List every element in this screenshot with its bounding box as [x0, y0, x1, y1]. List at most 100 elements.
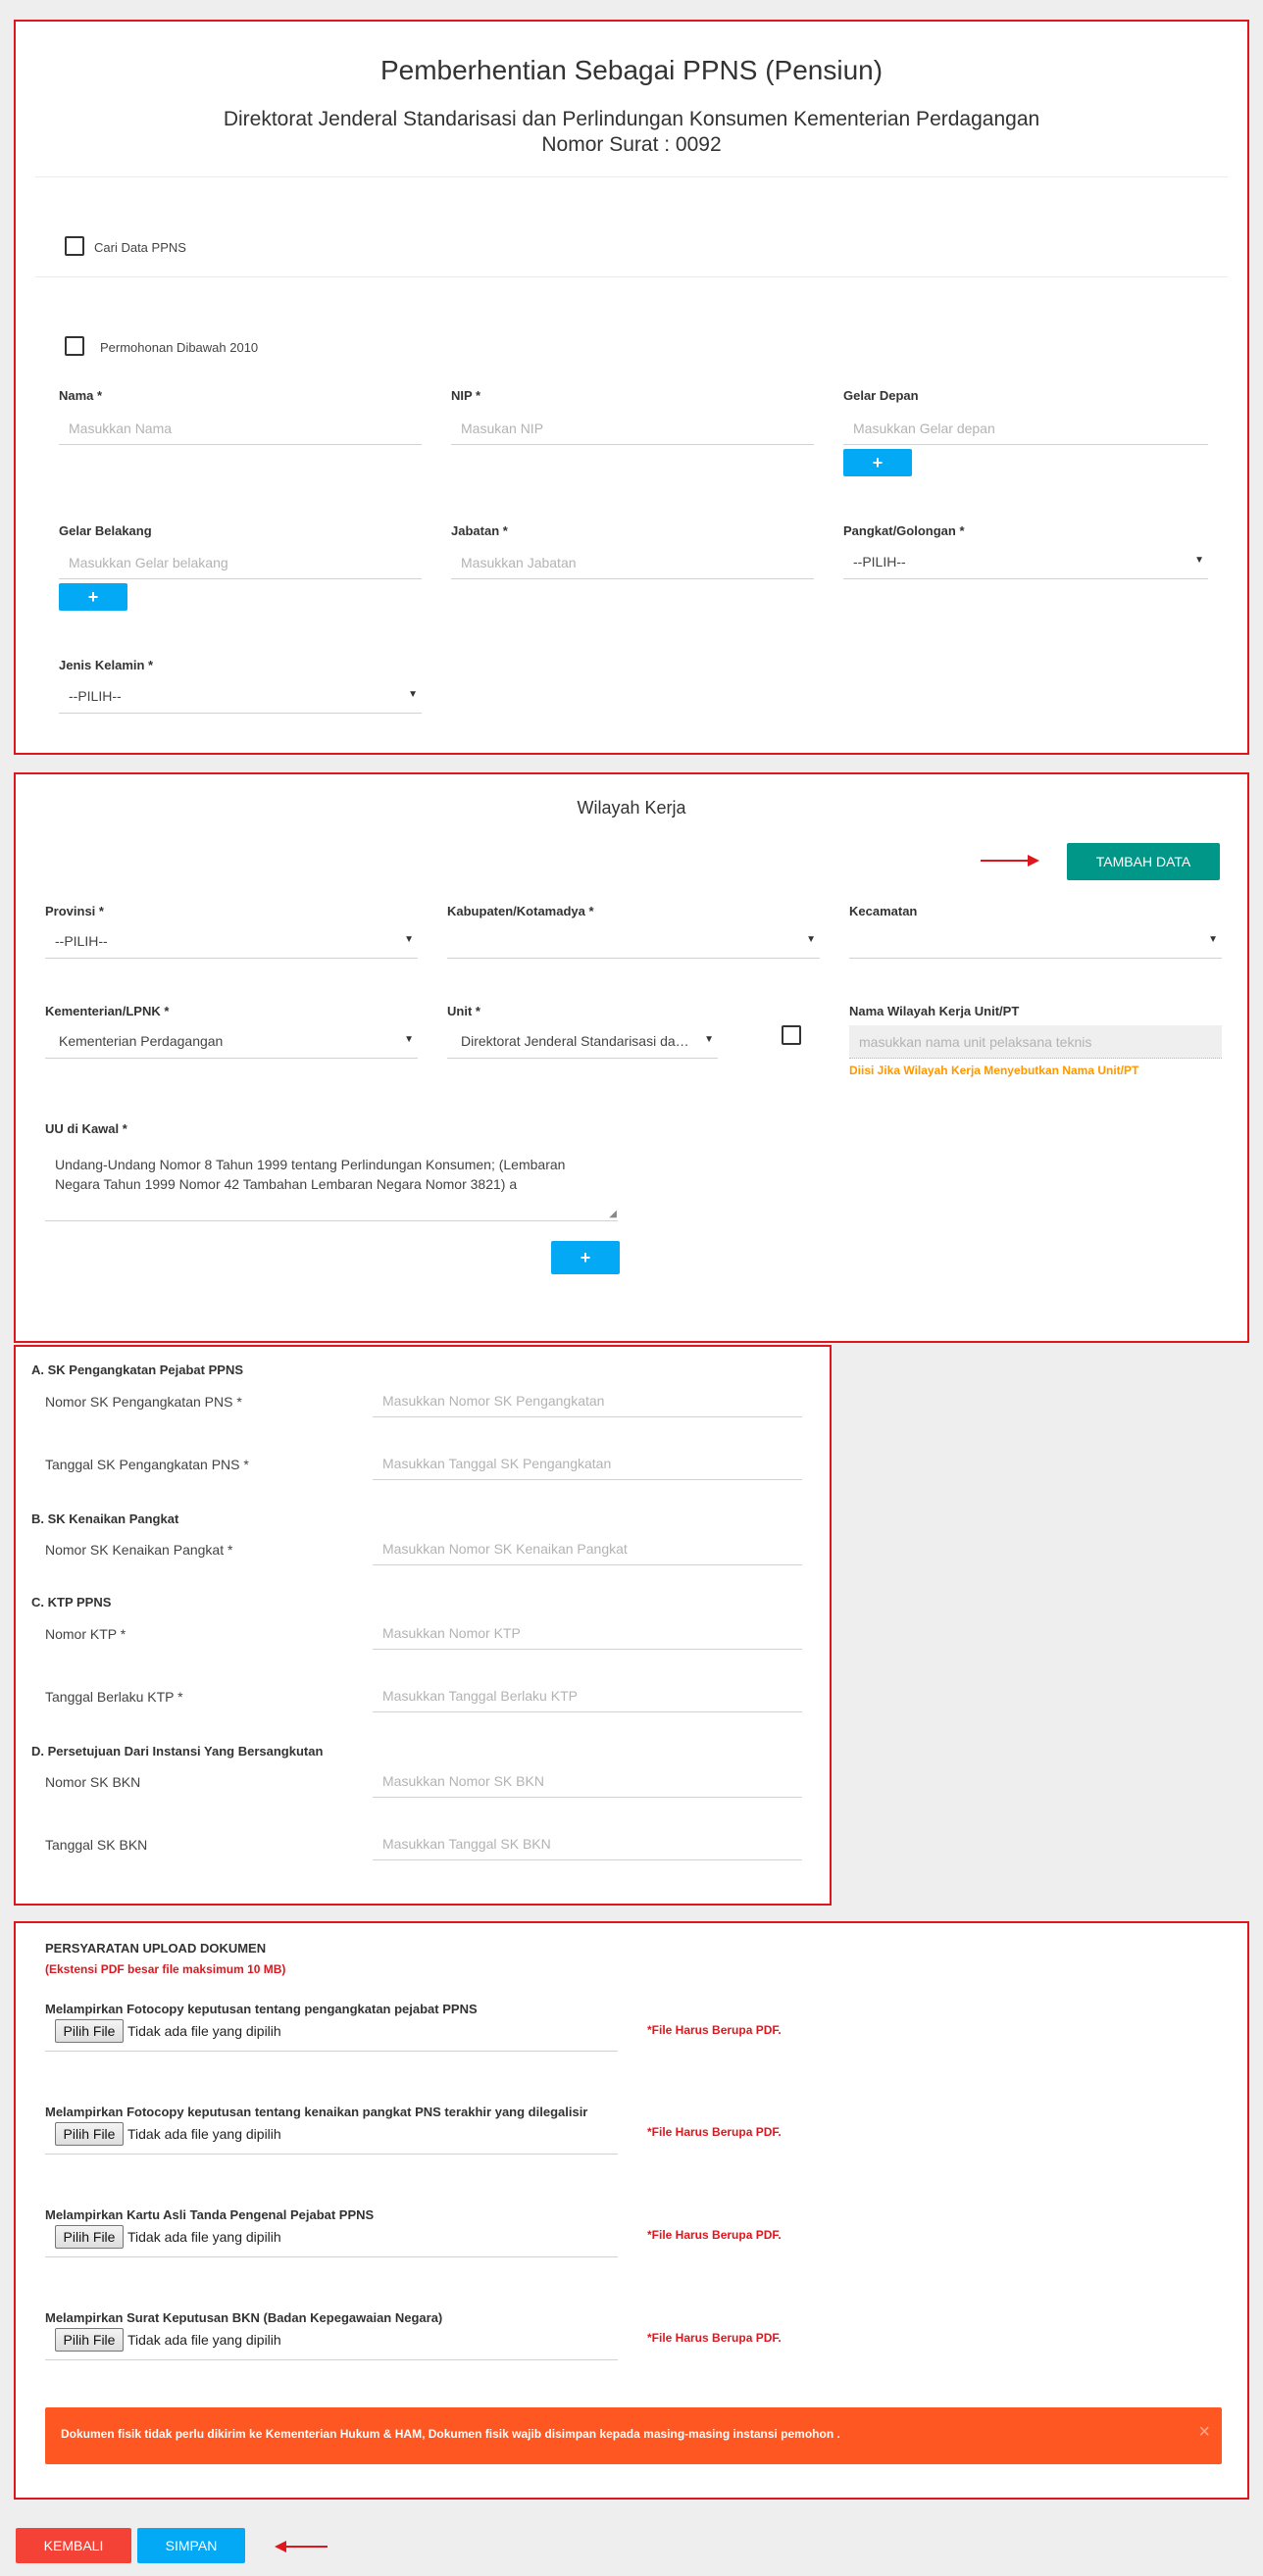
permohonan-checkbox[interactable] [65, 336, 84, 356]
pdf-note-1: *File Harus Berupa PDF. [647, 2023, 782, 2037]
provinsi-value: --PILIH-- [55, 933, 108, 949]
jabatan-label: Jabatan * [451, 523, 508, 538]
uu-value: Undang-Undang Nomor 8 Tahun 1999 tentang… [55, 1157, 566, 1192]
gelar-belakang-input[interactable] [59, 546, 422, 579]
sk-pengangkatan-heading: A. SK Pengangkatan Pejabat PPNS [31, 1362, 244, 1377]
nomor-ktp-label: Nomor KTP * [45, 1626, 126, 1642]
nomor-sk-kenaikan-input[interactable] [373, 1532, 802, 1565]
upload-heading: PERSYARATAN UPLOAD DOKUMEN [45, 1941, 267, 1956]
permohonan-label: Permohonan Dibawah 2010 [100, 340, 259, 355]
choose-file-button-2[interactable]: Pilih File [55, 2122, 124, 2146]
kecamatan-select[interactable]: ▼ [849, 925, 1222, 959]
arrow-indicator [275, 2541, 328, 2552]
nama-wilayah-label: Nama Wilayah Kerja Unit/PT [849, 1004, 1020, 1018]
tanggal-sk-pengangkatan-label: Tanggal SK Pengangkatan PNS * [45, 1457, 249, 1472]
unit-value: Direktorat Jenderal Standarisasi dan Per… [461, 1033, 704, 1049]
pdf-note-3: *File Harus Berupa PDF. [647, 2228, 782, 2242]
file-status-2: Tidak ada file yang dipilih [127, 2126, 281, 2142]
page-subtitle: Direktorat Jenderal Standarisasi dan Per… [223, 108, 1040, 130]
chevron-down-icon: ▼ [408, 689, 418, 700]
divider [35, 276, 1228, 277]
cari-data-label: Cari Data PPNS [94, 240, 186, 255]
kecamatan-label: Kecamatan [849, 904, 918, 918]
tambah-data-button[interactable]: TAMBAH DATA [1067, 843, 1220, 880]
tanggal-ktp-input[interactable] [373, 1679, 802, 1712]
jabatan-input[interactable] [451, 546, 814, 579]
kabupaten-label: Kabupaten/Kotamadya * [447, 904, 594, 918]
jenis-kelamin-label: Jenis Kelamin * [59, 658, 154, 672]
resize-handle-icon[interactable]: ◢ [609, 1210, 617, 1219]
nama-wilayah-input [849, 1025, 1222, 1059]
uu-textarea[interactable]: Undang-Undang Nomor 8 Tahun 1999 tentang… [45, 1145, 618, 1221]
chevron-down-icon: ▼ [1208, 934, 1218, 945]
simpan-button[interactable]: SIMPAN [137, 2528, 245, 2563]
add-uu-button[interactable]: + [551, 1241, 620, 1274]
nama-input[interactable] [59, 412, 422, 445]
pangkat-select[interactable]: --PILIH-- ▼ [843, 546, 1208, 579]
jenis-kelamin-select[interactable]: --PILIH-- ▼ [59, 680, 422, 714]
unit-select[interactable]: Direktorat Jenderal Standarisasi dan Per… [447, 1025, 718, 1059]
gelar-depan-input[interactable] [843, 412, 1208, 445]
nip-input[interactable] [451, 412, 814, 445]
chevron-down-icon: ▼ [704, 1034, 714, 1045]
provinsi-select[interactable]: --PILIH-- ▼ [45, 925, 418, 959]
upload-documents-panel: PERSYARATAN UPLOAD DOKUMEN (Ekstensi PDF… [14, 1921, 1249, 2500]
add-gelar-belakang-button[interactable]: + [59, 583, 127, 611]
pdf-note-4: *File Harus Berupa PDF. [647, 2331, 782, 2345]
chevron-down-icon: ▼ [404, 934, 414, 945]
file-status-4: Tidak ada file yang dipilih [127, 2332, 281, 2348]
add-gelar-depan-button[interactable]: + [843, 449, 912, 476]
kementerian-value: Kementerian Perdagangan [59, 1033, 224, 1049]
jenis-kelamin-value: --PILIH-- [69, 688, 122, 704]
sk-documents-panel: A. SK Pengangkatan Pejabat PPNS Nomor SK… [14, 1345, 832, 1906]
nama-label: Nama * [59, 388, 103, 403]
file-label-4: Melampirkan Surat Keputusan BKN (Badan K… [45, 2310, 443, 2325]
cari-data-checkbox[interactable] [65, 236, 84, 256]
nomor-ktp-input[interactable] [373, 1616, 802, 1650]
page-title: Pemberhentian Sebagai PPNS (Pensiun) [379, 55, 884, 85]
close-icon[interactable]: × [1198, 2422, 1210, 2442]
choose-file-button-1[interactable]: Pilih File [55, 2019, 124, 2043]
gelar-belakang-label: Gelar Belakang [59, 523, 152, 538]
nama-wilayah-checkbox[interactable] [782, 1025, 801, 1045]
file-status-1: Tidak ada file yang dipilih [127, 2023, 281, 2039]
unit-label: Unit * [447, 1004, 480, 1018]
nip-label: NIP * [451, 388, 481, 403]
kabupaten-select[interactable]: ▼ [447, 925, 820, 959]
file-status-3: Tidak ada file yang dipilih [127, 2229, 281, 2245]
tanggal-ktp-label: Tanggal Berlaku KTP * [45, 1689, 183, 1705]
file-underline [45, 2154, 618, 2155]
file-label-3: Melampirkan Kartu Asli Tanda Pengenal Pe… [45, 2207, 375, 2222]
divider [35, 176, 1228, 177]
personal-data-panel: Pemberhentian Sebagai PPNS (Pensiun) Dir… [14, 20, 1249, 755]
tanggal-bkn-label: Tanggal SK BKN [45, 1837, 148, 1853]
info-alert: Dokumen fisik tidak perlu dikirim ke Kem… [45, 2407, 1222, 2464]
pdf-note-2: *File Harus Berupa PDF. [647, 2125, 782, 2139]
nomor-sk-pengangkatan-label: Nomor SK Pengangkatan PNS * [45, 1394, 242, 1410]
file-underline [45, 2256, 618, 2257]
arrow-indicator [981, 855, 1039, 867]
tanggal-bkn-input[interactable] [373, 1827, 802, 1860]
sk-kenaikan-heading: B. SK Kenaikan Pangkat [31, 1511, 179, 1526]
nomor-bkn-input[interactable] [373, 1764, 802, 1798]
choose-file-button-3[interactable]: Pilih File [55, 2225, 124, 2249]
nomor-sk-pengangkatan-input[interactable] [373, 1384, 802, 1417]
nomor-sk-kenaikan-label: Nomor SK Kenaikan Pangkat * [45, 1542, 233, 1558]
ktp-heading: C. KTP PPNS [31, 1595, 112, 1610]
kembali-button[interactable]: KEMBALI [16, 2528, 131, 2563]
nama-wilayah-note: Diisi Jika Wilayah Kerja Menyebutkan Nam… [849, 1064, 1139, 1077]
chevron-down-icon: ▼ [1194, 555, 1204, 566]
wilayah-kerja-panel: Wilayah Kerja TAMBAH DATA Provinsi * --P… [14, 772, 1249, 1343]
choose-file-button-4[interactable]: Pilih File [55, 2328, 124, 2352]
chevron-down-icon: ▼ [806, 934, 816, 945]
pangkat-value: --PILIH-- [853, 554, 906, 570]
kementerian-select[interactable]: Kementerian Perdagangan ▼ [45, 1025, 418, 1059]
kementerian-label: Kementerian/LPNK * [45, 1004, 170, 1018]
pangkat-label: Pangkat/Golongan * [843, 523, 965, 538]
tanggal-sk-pengangkatan-input[interactable] [373, 1447, 802, 1480]
chevron-down-icon: ▼ [404, 1034, 414, 1045]
provinsi-label: Provinsi * [45, 904, 104, 918]
file-label-2: Melampirkan Fotocopy keputusan tentang k… [45, 2105, 588, 2119]
uu-label: UU di Kawal * [45, 1121, 127, 1136]
file-label-1: Melampirkan Fotocopy keputusan tentang p… [45, 2002, 478, 2016]
